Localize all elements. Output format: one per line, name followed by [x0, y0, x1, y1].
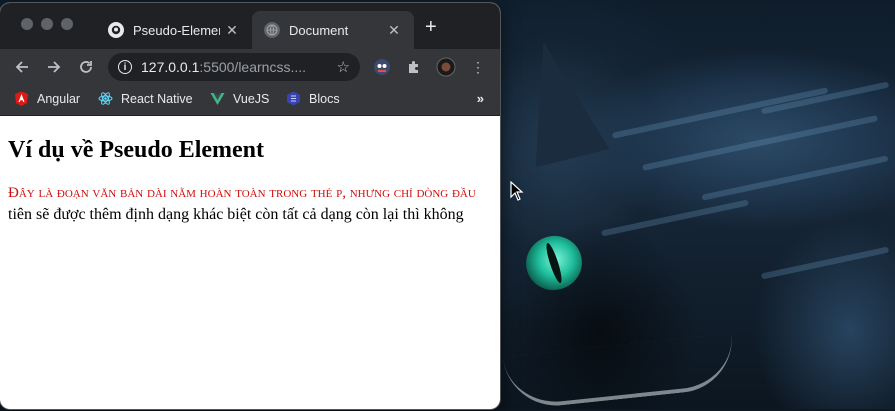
page-heading: Ví dụ về Pseudo Element: [8, 137, 265, 163]
back-arrow-icon[interactable]: [8, 53, 36, 81]
chevron-double-right-icon[interactable]: »: [477, 91, 484, 106]
demo-paragraph: Đây là đoạn văn bản dài nằm hoàn toàn tr…: [8, 182, 492, 225]
tab-title: Pseudo-Element: [133, 22, 220, 38]
menu-kebab-icon[interactable]: ⋮: [468, 57, 488, 77]
fur-stripe: [611, 87, 829, 139]
bookmark-label: React Native: [121, 91, 193, 106]
blocs-icon: [286, 91, 301, 106]
vue-icon: [210, 91, 225, 106]
tab-pseudo-element[interactable]: Pseudo-Element ✕: [96, 11, 252, 49]
url-path: :5500/learncss....: [199, 59, 307, 75]
profile-avatar-icon[interactable]: [436, 57, 456, 77]
bookmark-blocs[interactable]: Blocs: [286, 91, 340, 106]
address-bar[interactable]: i 127.0.0.1:5500/learncss.... ☆: [108, 53, 360, 81]
tab-close-icon[interactable]: ✕: [224, 22, 240, 39]
react-icon: [98, 91, 113, 106]
forward-arrow-icon[interactable]: [40, 53, 68, 81]
paragraph-rest: tiên sẽ được thêm định dạng khác biệt cò…: [8, 206, 464, 223]
bookmark-vuejs[interactable]: VueJS: [210, 91, 269, 106]
bookmark-react-native[interactable]: React Native: [98, 91, 193, 106]
bookmarks-bar: Angular React Native VueJS Blocs »: [0, 85, 500, 116]
cat-eye: [519, 228, 589, 298]
angular-icon: [14, 91, 29, 106]
window-close-button[interactable]: [21, 18, 33, 30]
bookmark-label: Angular: [37, 91, 81, 106]
globe-icon: [264, 22, 280, 38]
extensions-puzzle-icon[interactable]: [404, 57, 424, 77]
paragraph-first-line: Đây là đoạn văn bản dài nằm hoàn toàn tr…: [8, 185, 476, 201]
window-zoom-button[interactable]: [61, 18, 73, 30]
github-icon: [108, 22, 124, 38]
fur-stripe: [760, 246, 890, 280]
tab-strip: Pseudo-Element ✕ Document ✕ +: [0, 3, 500, 49]
plus-icon[interactable]: +: [425, 17, 437, 37]
tab-close-icon[interactable]: ✕: [386, 22, 402, 39]
bookmark-label: VueJS: [233, 91, 270, 106]
fur-stripe: [701, 155, 889, 201]
fur-stripe: [601, 199, 749, 237]
tab-title: Document: [289, 22, 349, 38]
bookmark-angular[interactable]: Angular: [14, 91, 80, 106]
cat-ear: [506, 32, 610, 168]
site-info-icon[interactable]: i: [118, 60, 132, 74]
reload-icon[interactable]: [72, 53, 100, 81]
bookmark-star-icon[interactable]: ☆: [337, 58, 350, 76]
bookmark-label: Blocs: [309, 91, 340, 106]
tab-document[interactable]: Document ✕: [252, 11, 414, 49]
url-host: 127.0.0.1: [141, 59, 200, 75]
window-minimize-button[interactable]: [41, 18, 53, 30]
browser-toolbar: i 127.0.0.1:5500/learncss.... ☆ ⋮: [0, 49, 500, 85]
extension-avatar-icon[interactable]: [372, 57, 392, 77]
cat-grin: [502, 333, 738, 411]
page-content: Ví dụ về Pseudo Element Đây là đoạn văn …: [0, 116, 500, 225]
browser-window: Pseudo-Element ✕ Document ✕ + i 127.0.0.…: [0, 3, 500, 409]
